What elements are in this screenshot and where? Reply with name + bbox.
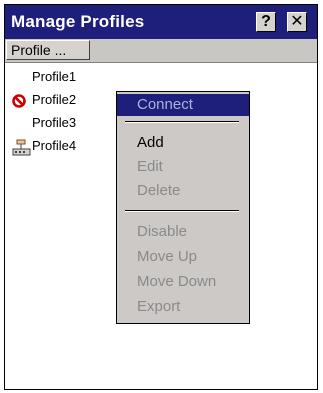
list-header-bar: Profile ... [5, 39, 317, 63]
list-item-profile2[interactable]: Profile2 [12, 90, 76, 110]
menu-item-add[interactable]: Add [117, 132, 249, 154]
network-icon [12, 139, 32, 156]
list-item-profile4[interactable]: Profile4 [12, 136, 76, 156]
title-bar: Manage Profiles ? ✕ [5, 5, 317, 39]
menu-item-connect[interactable]: Connect [117, 94, 249, 116]
close-button[interactable]: ✕ [287, 12, 307, 32]
list-item-label: Profile2 [32, 92, 77, 107]
menu-item-move-down[interactable]: Move Down [117, 271, 249, 293]
menu-item-delete[interactable]: Delete [117, 180, 249, 202]
menu-item-edit[interactable]: Edit [117, 156, 249, 178]
list-item-label: Profile4 [32, 138, 77, 153]
list-item-profile1[interactable]: Profile1 [32, 67, 76, 87]
column-header-profile[interactable]: Profile ... [6, 40, 90, 60]
menu-item-disable[interactable]: Disable [117, 221, 249, 243]
manage-profiles-window: Manage Profiles ? ✕ Profile ... Profile1… [4, 4, 318, 390]
help-icon: ? [261, 13, 271, 30]
close-icon: ✕ [290, 13, 304, 30]
disabled-icon [12, 93, 32, 109]
menu-item-export[interactable]: Export [117, 296, 249, 318]
help-button[interactable]: ? [256, 12, 276, 32]
window-title: Manage Profiles [11, 12, 145, 31]
menu-separator [125, 210, 239, 212]
list-item-profile3[interactable]: Profile3 [32, 113, 76, 133]
list-item-label: Profile1 [32, 69, 77, 84]
context-menu: Connect Add Edit Delete Disable Move Up … [116, 91, 250, 324]
menu-item-move-up[interactable]: Move Up [117, 246, 249, 268]
list-item-label: Profile3 [32, 115, 77, 130]
menu-separator [125, 121, 239, 123]
